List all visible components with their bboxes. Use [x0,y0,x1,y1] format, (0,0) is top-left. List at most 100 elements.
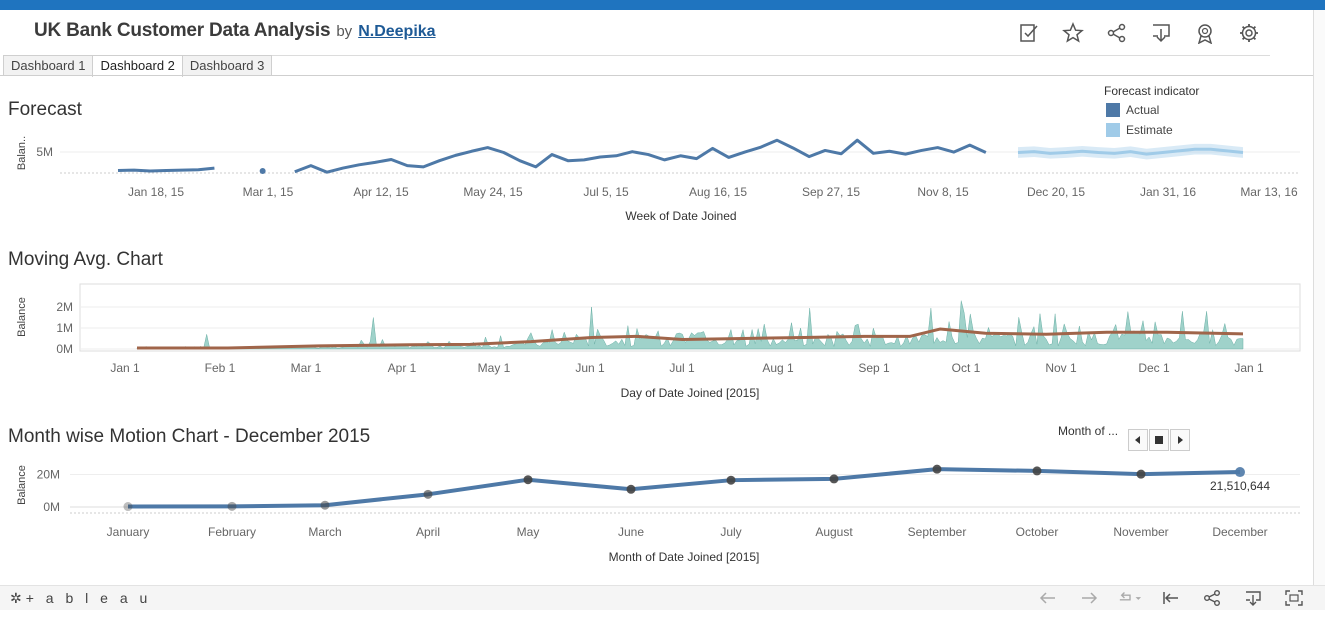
legend-item-actual[interactable]: Actual [1106,103,1159,117]
x-tick-label: Jul 1 [669,361,695,375]
actual-line-segment [117,166,215,173]
share-footer-icon[interactable] [1200,588,1224,608]
author-link[interactable]: N.Deepika [358,23,435,41]
x-tick-label: Apr 1 [388,361,417,375]
tab-dashboard-1[interactable]: Dashboard 1 [3,55,94,76]
forecast-legend-title: Forecast indicator [1104,84,1200,98]
x-tick-label: Nov 1 [1045,361,1077,375]
balance-area [136,300,1244,350]
by-label: by [336,23,353,40]
x-tick-label: Dec 1 [1138,361,1170,375]
dashboard-header: UK Bank Customer Data Analysis by N.Deep… [34,20,436,46]
x-tick-label: August [815,525,853,539]
data-label-december: 21,510,644 [1210,479,1270,493]
forecast-chart[interactable]: 5M Balan.. Jan 18, 15 Mar 1, 15 Apr 12, 15 Ma… [0,130,1310,230]
x-axis-label: Day of Date Joined [2015] [621,386,760,400]
x-tick-label: Nov 8, 15 [917,185,969,199]
footer-toolbar [1036,588,1306,608]
x-tick-label: October [1016,525,1059,539]
moving-avg-title: Moving Avg. Chart [8,249,163,270]
x-tick-label: March [308,525,341,539]
x-tick-label: November [1113,525,1168,539]
download-icon[interactable] [1148,22,1174,44]
month-point [523,475,533,485]
month-point [123,502,133,512]
revert-icon[interactable] [1118,588,1142,608]
top-accent-bar [0,0,1325,10]
star-icon[interactable] [1060,22,1086,44]
tab-dashboard-3[interactable]: Dashboard 3 [181,55,273,76]
motion-forward-button[interactable] [1170,429,1190,451]
forecast-title: Forecast [8,99,82,120]
x-tick-label: Oct 1 [952,361,981,375]
y-tick-label: 1M [56,321,73,335]
vertical-scrollbar[interactable] [1313,10,1325,585]
motion-control-label: Month of ... [1058,424,1119,438]
x-tick-label: Jun 1 [575,361,605,375]
month-point [227,501,237,511]
y-tick-label: 0M [43,500,60,514]
x-tick-label: April [416,525,440,539]
actual-line-segment [294,138,987,174]
legend-swatch-actual [1106,103,1120,117]
stop-icon [1155,436,1163,444]
redo-icon[interactable] [1077,588,1101,608]
download-footer-icon[interactable] [1241,588,1265,608]
x-tick-label: May 24, 15 [463,185,523,199]
y-tick-label: 2M [56,300,73,314]
legend-label-actual: Actual [1126,103,1160,117]
x-tick-label: Feb 1 [205,361,236,375]
x-tick-label: Dec 20, 15 [1027,185,1085,199]
x-tick-label: January [107,525,150,539]
x-tick-label: Apr 12, 15 [353,185,409,199]
x-tick-label: Jan 31, 16 [1140,185,1196,199]
y-axis-label: Balance [16,465,28,505]
month-point [829,474,839,484]
x-tick-label: Sep 1 [858,361,890,375]
y-tick-label: 20M [37,468,60,482]
play-back-icon [1135,436,1140,444]
x-tick-label: Jul 5, 15 [583,185,629,199]
motion-stop-button[interactable] [1149,429,1169,451]
month-point [320,500,330,510]
x-tick-label: Mar 1, 15 [243,185,294,199]
badge-icon[interactable] [1192,22,1218,44]
x-tick-label: Mar 1 [291,361,322,375]
undo-icon[interactable] [1036,588,1060,608]
fullscreen-icon[interactable] [1282,588,1306,608]
motion-chart-title: Month wise Motion Chart - December 2015 [8,426,371,447]
motion-chart[interactable]: 20M 0M Balance 21,510,644 January February Mar… [0,455,1310,575]
x-tick-label: Aug 1 [762,361,794,375]
x-tick-label: May 1 [478,361,511,375]
share-icon[interactable] [1104,22,1130,44]
y-tick-label: 0M [56,342,73,356]
x-tick-label: Jan 1 [1234,361,1264,375]
play-forward-icon [1178,436,1183,444]
tab-dashboard-2[interactable]: Dashboard 2 [92,55,183,77]
y-axis-label: Balance [16,297,28,337]
footer-bottom-strip [0,610,1325,617]
x-tick-label: July [720,525,741,539]
month-point [726,475,736,485]
moving-avg-chart[interactable]: 2M 1M 0M Balance Jan 1 Feb 1 Mar 1 Apr 1 May 1 Ju… [0,280,1310,405]
x-tick-label: Jan 1 [110,361,140,375]
edit-icon[interactable] [1016,22,1042,44]
x-tick-label: Aug 16, 15 [689,185,747,199]
month-point [1136,469,1146,479]
motion-back-button[interactable] [1128,429,1148,451]
y-axis-label: Balan.. [16,136,28,170]
x-tick-label: February [208,525,256,539]
y-tick-label: 5M [36,145,53,159]
reset-icon[interactable] [1159,588,1183,608]
gear-icon[interactable] [1236,22,1262,44]
tableau-logo[interactable]: ✲+ a b l e a u [10,590,151,607]
month-point [626,484,636,494]
x-axis-label: Month of Date Joined [2015] [609,550,760,564]
x-tick-label: June [618,525,644,539]
tab-divider [0,75,1313,76]
x-tick-label: December [1212,525,1267,539]
month-point [1235,467,1245,478]
x-axis-label: Week of Date Joined [625,209,736,223]
tableau-logo-text: + a b l e a u [25,590,152,606]
x-tick-label: September [908,525,967,539]
